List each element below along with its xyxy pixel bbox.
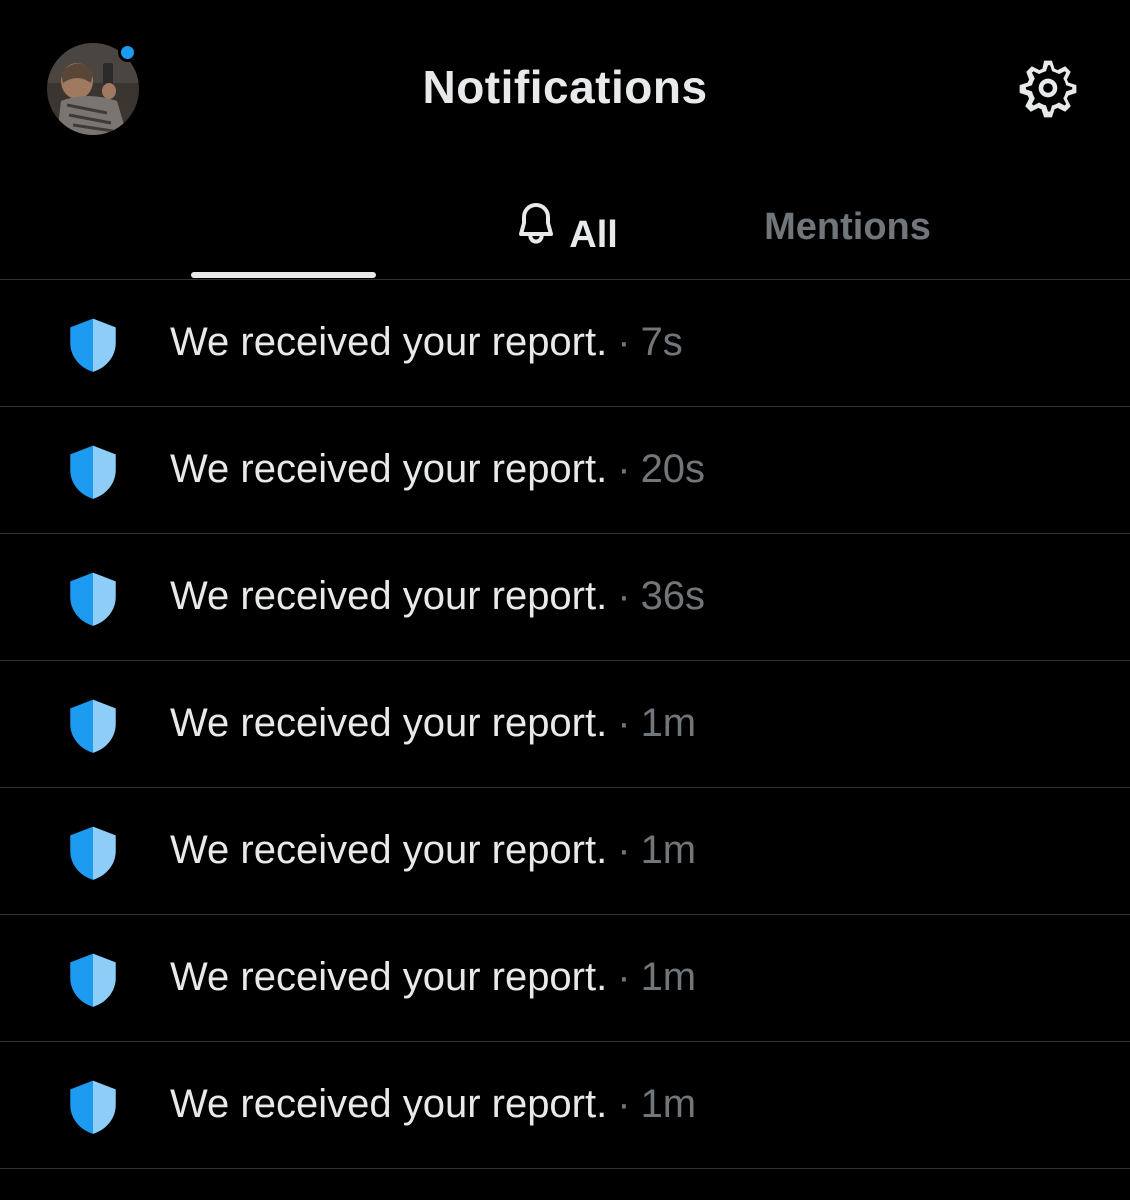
top-bar: Notifications — [0, 0, 1130, 175]
separator: · — [617, 320, 631, 364]
notification-time: 36s — [640, 574, 706, 618]
active-tab-indicator — [191, 272, 376, 278]
separator: · — [617, 1082, 631, 1126]
notification-text-line: We received your report. · 20s — [170, 447, 705, 492]
tab-mentions-label: Mentions — [764, 205, 931, 248]
notification-text-line: We received your report. · 1m — [170, 1082, 696, 1127]
shield-icon — [70, 826, 116, 880]
shield-icon — [70, 1080, 116, 1134]
separator: · — [617, 574, 631, 618]
notification-item[interactable]: We received your report. · 1m — [0, 1042, 1130, 1169]
shield-icon — [70, 699, 116, 753]
notification-time: 1m — [640, 701, 697, 745]
notification-text: We received your report. — [170, 320, 608, 364]
notification-text: We received your report. — [170, 701, 608, 745]
notification-text-line: We received your report. · 36s — [170, 574, 705, 619]
tab-mentions[interactable]: Mentions — [565, 175, 1130, 279]
notification-text-line: We received your report. · 1m — [170, 828, 696, 873]
notification-time: 20s — [640, 447, 706, 491]
notification-item[interactable]: We received your report. · 7s — [0, 280, 1130, 407]
shield-icon-wrap — [62, 949, 124, 1011]
shield-icon-wrap — [62, 314, 124, 376]
page-title: Notifications — [422, 61, 708, 113]
notification-text: We received your report. — [170, 955, 608, 999]
separator: · — [617, 828, 631, 872]
notification-item[interactable]: We received your report. · 1m — [0, 661, 1130, 788]
settings-button[interactable] — [1016, 56, 1080, 120]
shield-icon — [70, 953, 116, 1007]
bell-icon — [519, 203, 554, 244]
shield-icon — [70, 572, 116, 626]
notification-item[interactable]: We received your report. · 36s — [0, 534, 1130, 661]
notification-item[interactable]: We received your report. · 1m — [0, 915, 1130, 1042]
shield-icon — [70, 318, 116, 372]
notification-time: 7s — [640, 320, 683, 364]
shield-icon — [70, 445, 116, 499]
notification-text: We received your report. — [170, 828, 608, 872]
notification-text: We received your report. — [170, 1082, 608, 1126]
shield-icon-wrap — [62, 568, 124, 630]
notification-text-line: We received your report. · 7s — [170, 320, 683, 365]
shield-icon-wrap — [62, 822, 124, 884]
separator: · — [617, 955, 631, 999]
notification-text-line: We received your report. · 1m — [170, 955, 696, 1000]
notification-item[interactable]: We received your report. · 20s — [0, 407, 1130, 534]
notification-text: We received your report. — [170, 574, 608, 618]
notification-time: 1m — [640, 1082, 697, 1126]
shield-icon-wrap — [62, 1076, 124, 1138]
notification-text: We received your report. — [170, 447, 608, 491]
gear-icon — [1019, 60, 1077, 118]
notification-time: 1m — [640, 955, 697, 999]
shield-icon-wrap — [62, 695, 124, 757]
tab-bar: All Mentions — [0, 175, 1130, 280]
notification-time: 1m — [640, 828, 697, 872]
notification-item[interactable]: We received your report. · 1m — [0, 788, 1130, 915]
notification-list: We received your report. · 7s We received … — [0, 280, 1130, 1169]
separator: · — [617, 701, 631, 745]
shield-icon-wrap — [62, 441, 124, 503]
separator: · — [617, 447, 631, 491]
notification-text-line: We received your report. · 1m — [170, 701, 696, 746]
